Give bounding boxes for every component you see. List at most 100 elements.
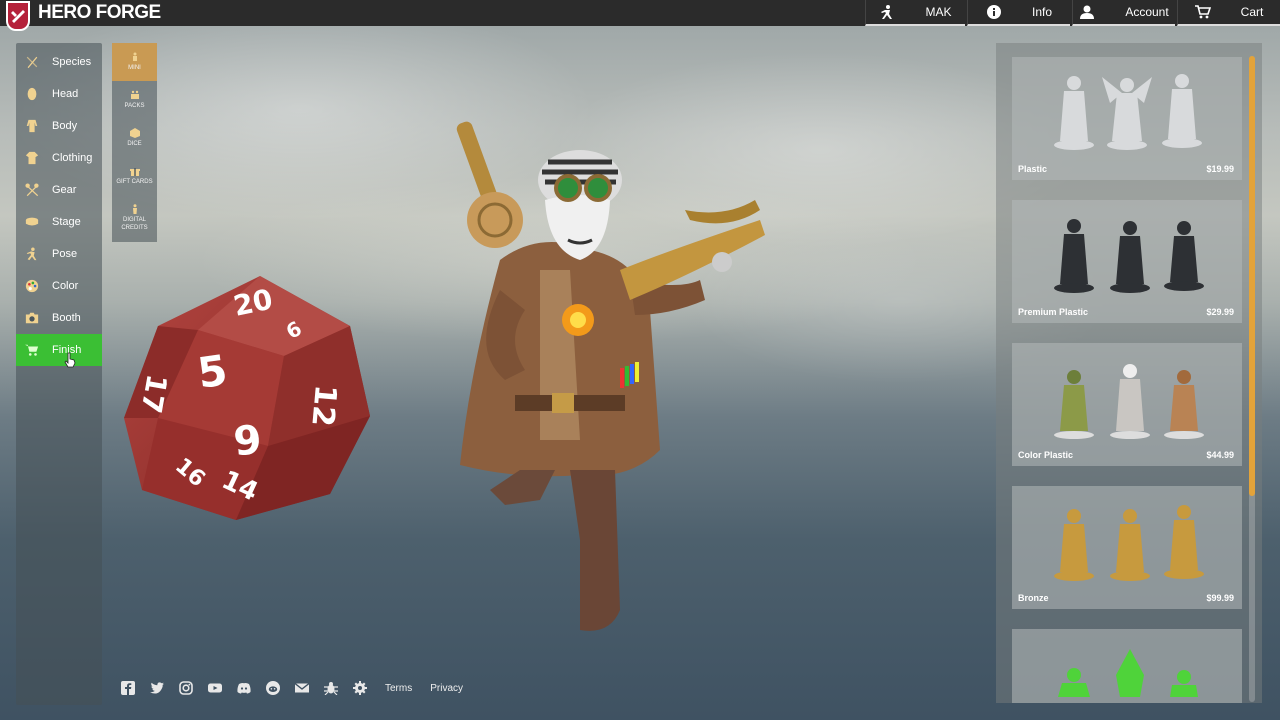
- left-boot: [490, 470, 555, 505]
- sidebar-item-gear[interactable]: Gear: [16, 174, 102, 206]
- sidebar-item-label: Body: [52, 120, 78, 132]
- instagram-icon[interactable]: [178, 681, 193, 696]
- panel-scrollbar[interactable]: [1249, 56, 1255, 702]
- settings-icon[interactable]: [352, 681, 367, 696]
- product-type-mini[interactable]: MINI: [112, 43, 157, 81]
- twitter-icon[interactable]: [149, 681, 164, 696]
- sidebar-item-label: Species: [52, 56, 92, 68]
- nav-label: Cart: [1240, 5, 1264, 19]
- belt-buckle: [552, 393, 574, 413]
- color-plastic-minis-image: [1054, 364, 1204, 439]
- sidebar-item-color[interactable]: Color: [16, 270, 102, 302]
- vial: [635, 362, 639, 382]
- crossbow-gear: [712, 252, 732, 272]
- vial: [620, 368, 624, 388]
- nav-account[interactable]: Account: [1072, 0, 1175, 26]
- head-icon: [24, 86, 40, 102]
- category-sidebar: Species Head Body Clothing Gear Stage Po…: [16, 43, 102, 705]
- sidebar-item-label: Head: [52, 88, 79, 100]
- sidebar-item-label: Pose: [52, 248, 78, 260]
- sidebar-item-stage[interactable]: Stage: [16, 206, 102, 238]
- right-boot: [570, 470, 620, 631]
- sidebar-item-head[interactable]: Head: [16, 78, 102, 110]
- sidebar-item-finish[interactable]: Finish: [16, 334, 102, 366]
- hero-figure-icon: [881, 5, 893, 19]
- dna-icon: [24, 54, 40, 70]
- finish-card-bronze[interactable]: Bronze $99.99: [1012, 486, 1242, 609]
- premium-plastic-minis-image: [1054, 219, 1204, 293]
- nav-label: Account: [1125, 5, 1169, 19]
- product-type-label: MINI: [128, 65, 141, 71]
- camera-icon: [24, 310, 40, 326]
- finish-options-panel: Plastic $19.99 Premium Plastic $29.99 Co…: [996, 43, 1262, 703]
- brand-name: HERO FORGE: [38, 2, 161, 23]
- mail-icon[interactable]: [294, 681, 309, 696]
- finish-price: $99.99: [1206, 593, 1234, 603]
- product-type-digital-credits[interactable]: DIGITAL CREDITS: [112, 195, 157, 241]
- finish-name: Premium Plastic: [1018, 307, 1089, 317]
- running-pose-icon: [24, 246, 40, 262]
- info-icon: [986, 5, 1001, 19]
- facebook-icon[interactable]: [120, 681, 135, 696]
- d20-number: 12: [304, 383, 343, 428]
- sidebar-item-clothing[interactable]: Clothing: [16, 142, 102, 174]
- body-icon: [24, 118, 40, 134]
- youtube-icon[interactable]: [207, 681, 222, 696]
- plastic-minis-image: [1054, 74, 1202, 150]
- finish-card-color-plastic[interactable]: Color Plastic $44.99: [1012, 343, 1242, 466]
- product-type-label: DIGITAL CREDITS: [121, 217, 148, 231]
- pointer-hand-icon: [64, 352, 76, 368]
- bronze-minis-image: [1054, 505, 1204, 581]
- footer-link-privacy[interactable]: Privacy: [430, 683, 463, 694]
- bug-icon[interactable]: [323, 681, 338, 696]
- sidebar-item-label: Color: [52, 280, 79, 292]
- cart-icon: [24, 342, 40, 358]
- d20-number: 17: [134, 372, 173, 416]
- footer-link-terms[interactable]: Terms: [385, 683, 412, 694]
- goggle-left: [554, 174, 582, 202]
- product-type-packs[interactable]: PACKS: [112, 81, 157, 119]
- palette-icon: [24, 278, 40, 294]
- nav-profile-mak[interactable]: MAK: [865, 0, 965, 26]
- product-type-gift-cards[interactable]: GIFT CARDS: [112, 157, 157, 195]
- product-type-label: DICE: [127, 141, 142, 147]
- user-icon: [1080, 5, 1095, 19]
- finish-card-premium-plastic[interactable]: Premium Plastic $29.99: [1012, 200, 1242, 323]
- finish-price: $19.99: [1206, 164, 1234, 174]
- sidebar-item-booth[interactable]: Booth: [16, 302, 102, 334]
- reddit-icon[interactable]: [265, 681, 280, 696]
- finish-name: Bronze: [1018, 593, 1049, 603]
- top-bar: HERO FORGE MAK Info Account Cart: [0, 0, 1280, 31]
- scrollbar-thumb[interactable]: [1249, 56, 1255, 496]
- nav-label: Info: [1031, 5, 1052, 19]
- crossed-axes-icon: [24, 182, 40, 198]
- footer-bar: Terms Privacy: [120, 680, 463, 696]
- discord-icon[interactable]: [236, 681, 251, 696]
- miniature-character-preview[interactable]: [430, 110, 780, 650]
- nav-info[interactable]: Info: [967, 0, 1070, 26]
- gift-icon: [129, 168, 140, 176]
- finish-name: Color Plastic: [1018, 450, 1074, 460]
- sidebar-item-label: Clothing: [52, 152, 93, 164]
- flame-core: [570, 312, 586, 328]
- d20-die-preview[interactable]: 20 5 9 12 17 6 16 14: [118, 268, 380, 530]
- digital-figure-icon: [132, 204, 137, 214]
- anvil-hammer-icon: [6, 1, 30, 31]
- nav-cart[interactable]: Cart: [1177, 0, 1280, 26]
- sidebar-item-body[interactable]: Body: [16, 110, 102, 142]
- sidebar-item-label: Stage: [52, 216, 81, 228]
- sidebar-item-species[interactable]: Species: [16, 46, 102, 78]
- d20-number: 6: [231, 414, 263, 462]
- finish-card-plastic[interactable]: Plastic $19.99: [1012, 57, 1242, 180]
- mini-figure-icon: [132, 52, 137, 61]
- goggle-right: [584, 174, 612, 202]
- sidebar-item-label: Gear: [52, 184, 77, 196]
- finish-price: $29.99: [1206, 307, 1234, 317]
- bedroll: [467, 192, 523, 248]
- green-minis-image: [1058, 649, 1198, 697]
- brand-logo[interactable]: HERO FORGE: [0, 0, 161, 31]
- shirt-icon: [24, 150, 40, 166]
- finish-card-partial[interactable]: [1012, 629, 1242, 703]
- product-type-dice[interactable]: DICE: [112, 119, 157, 157]
- sidebar-item-pose[interactable]: Pose: [16, 238, 102, 270]
